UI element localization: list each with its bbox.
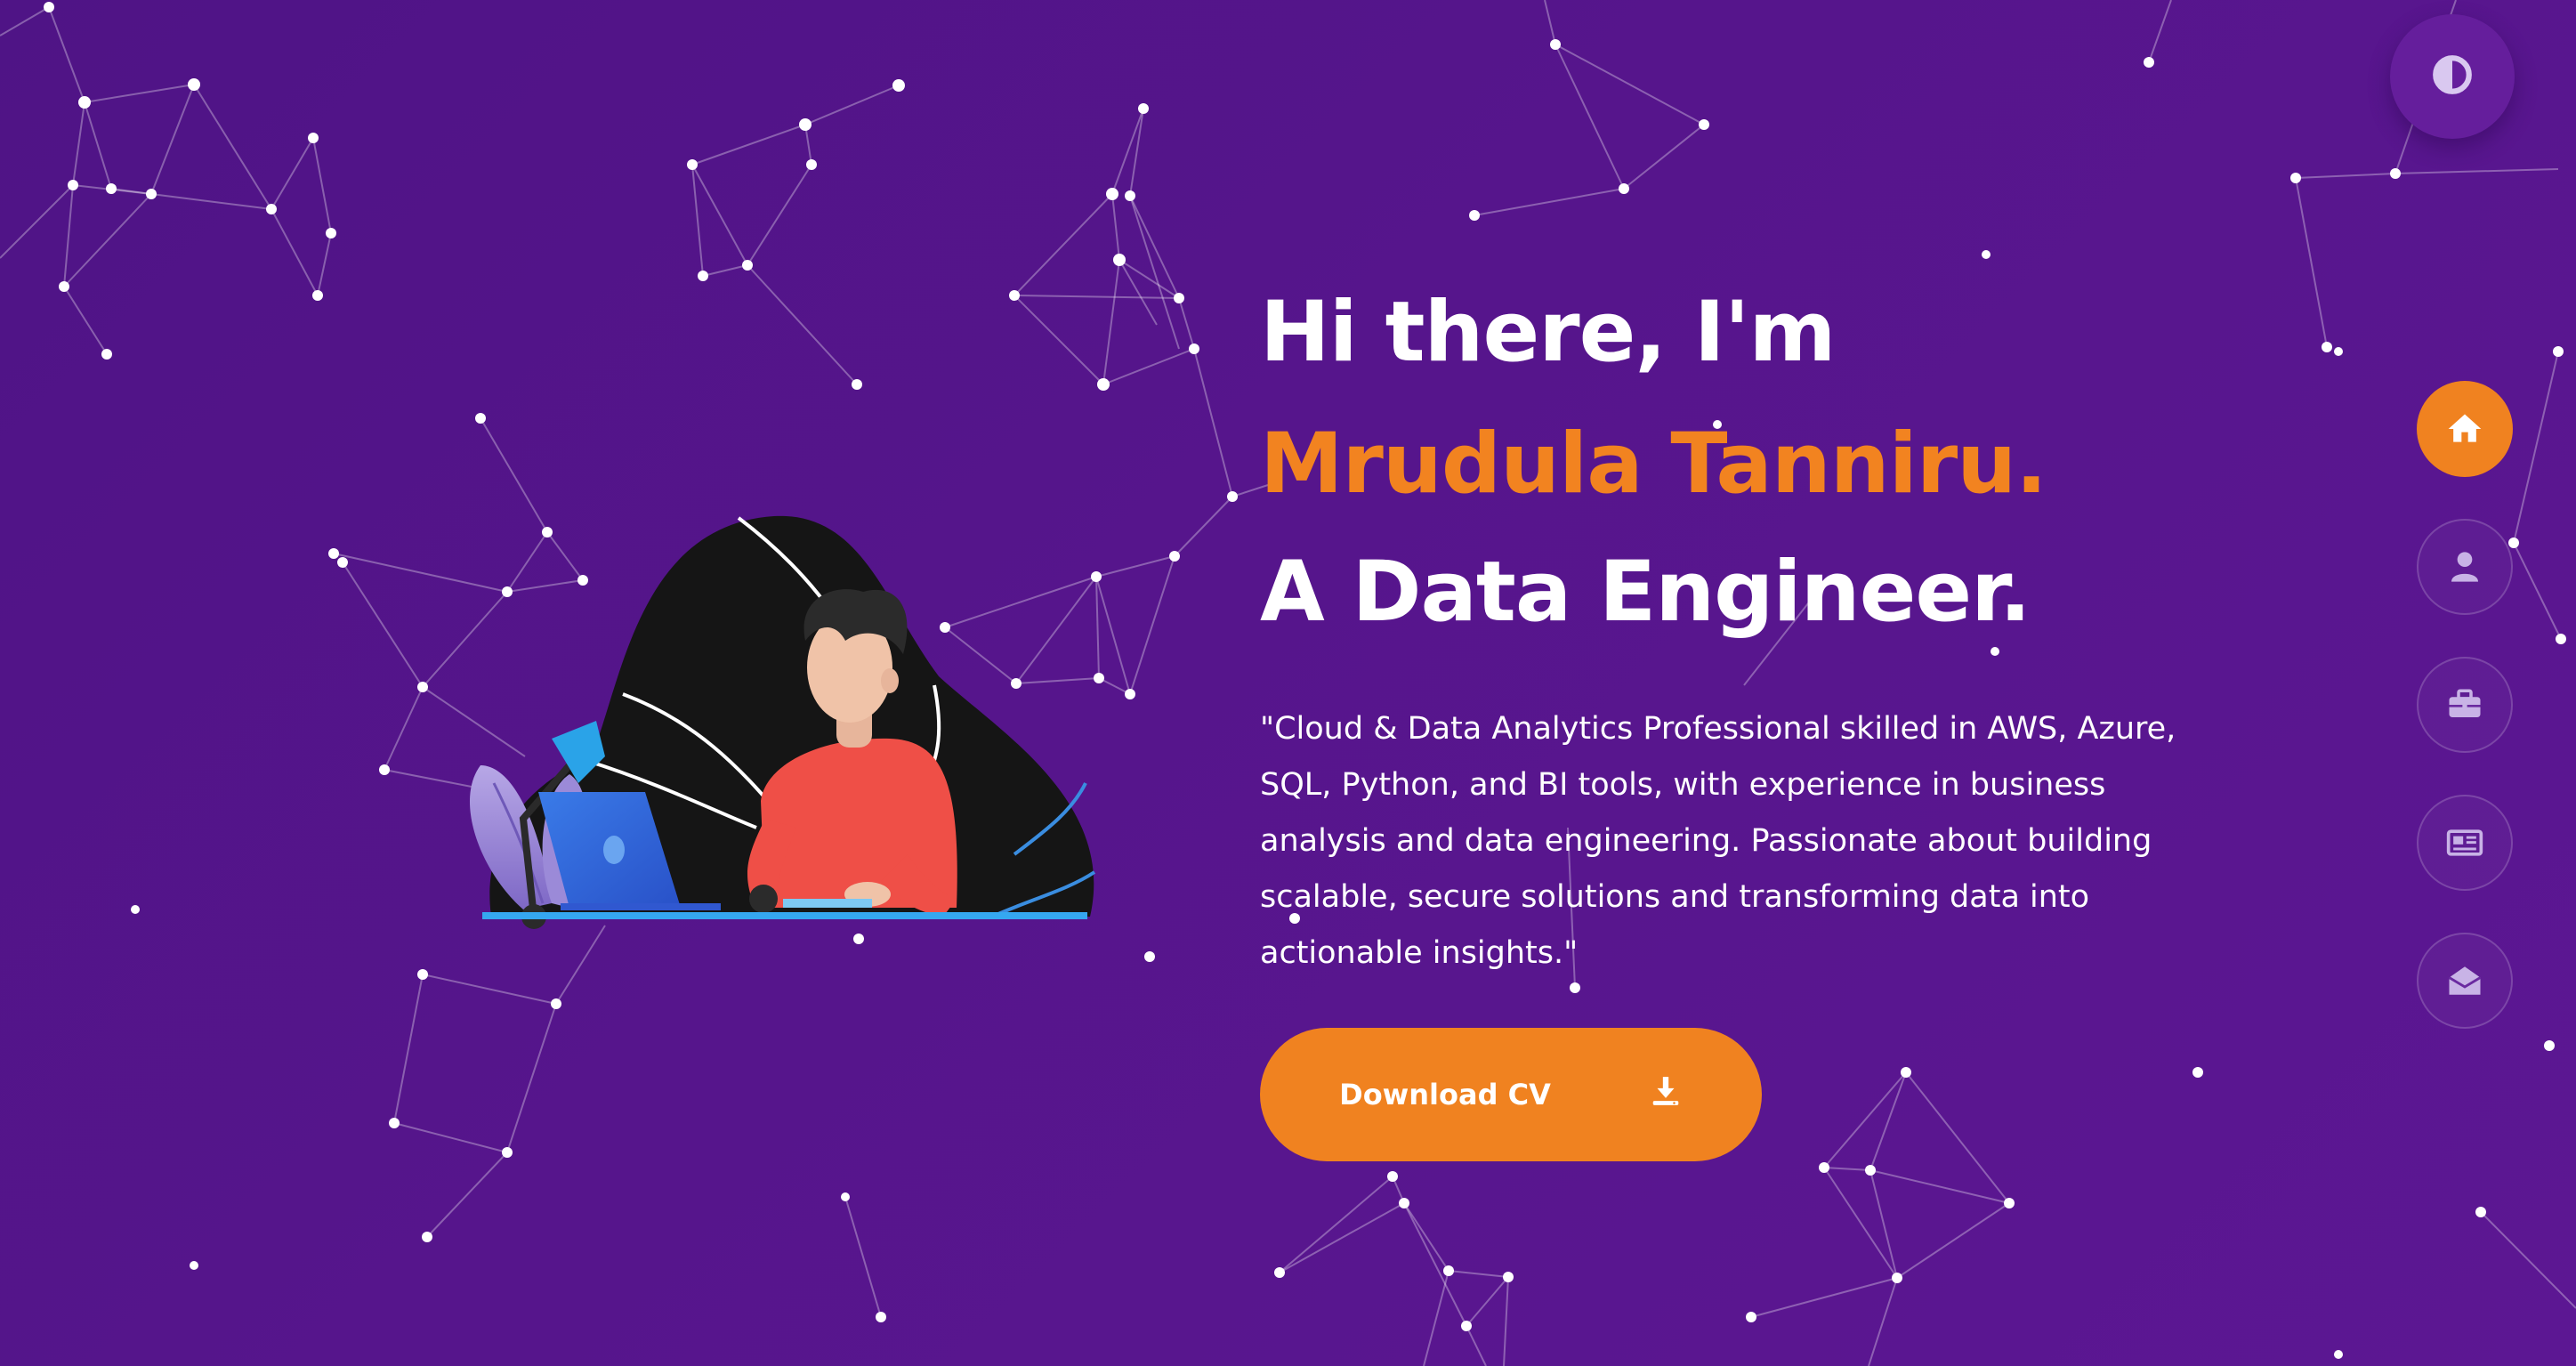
nav-about-button[interactable] (2417, 519, 2513, 615)
developer-illustration (469, 515, 1096, 929)
hero-section: Hi there, I'm Mrudula Tanniru. A Data En… (1260, 267, 2203, 1161)
nav-portfolio-button[interactable] (2417, 657, 2513, 753)
hero-name: Mrudula Tanniru. (1260, 416, 2047, 513)
hero-role: A Data Engineer. (1260, 544, 2031, 641)
newspaper-icon (2445, 823, 2484, 862)
nav-home-button[interactable] (2417, 381, 2513, 477)
download-cv-label: Download CV (1339, 1078, 1551, 1111)
briefcase-icon (2446, 686, 2483, 723)
envelope-open-icon (2446, 962, 2483, 999)
side-nav (2417, 381, 2515, 1071)
hero-bio: "Cloud & Data Analytics Professional ski… (1260, 711, 2176, 971)
download-cv-button[interactable]: Download CV (1260, 1028, 1762, 1161)
greeting-text: Hi there, I'm (1260, 284, 1836, 381)
home-icon (2445, 409, 2484, 449)
nav-contact-button[interactable] (2417, 933, 2513, 1029)
hero-headline: Hi there, I'm Mrudula Tanniru. (1260, 267, 2203, 530)
contrast-icon (2430, 53, 2475, 101)
nav-blog-button[interactable] (2417, 795, 2513, 891)
user-icon (2447, 549, 2483, 585)
download-icon (1649, 1074, 1683, 1115)
theme-toggle-button[interactable] (2390, 14, 2515, 139)
